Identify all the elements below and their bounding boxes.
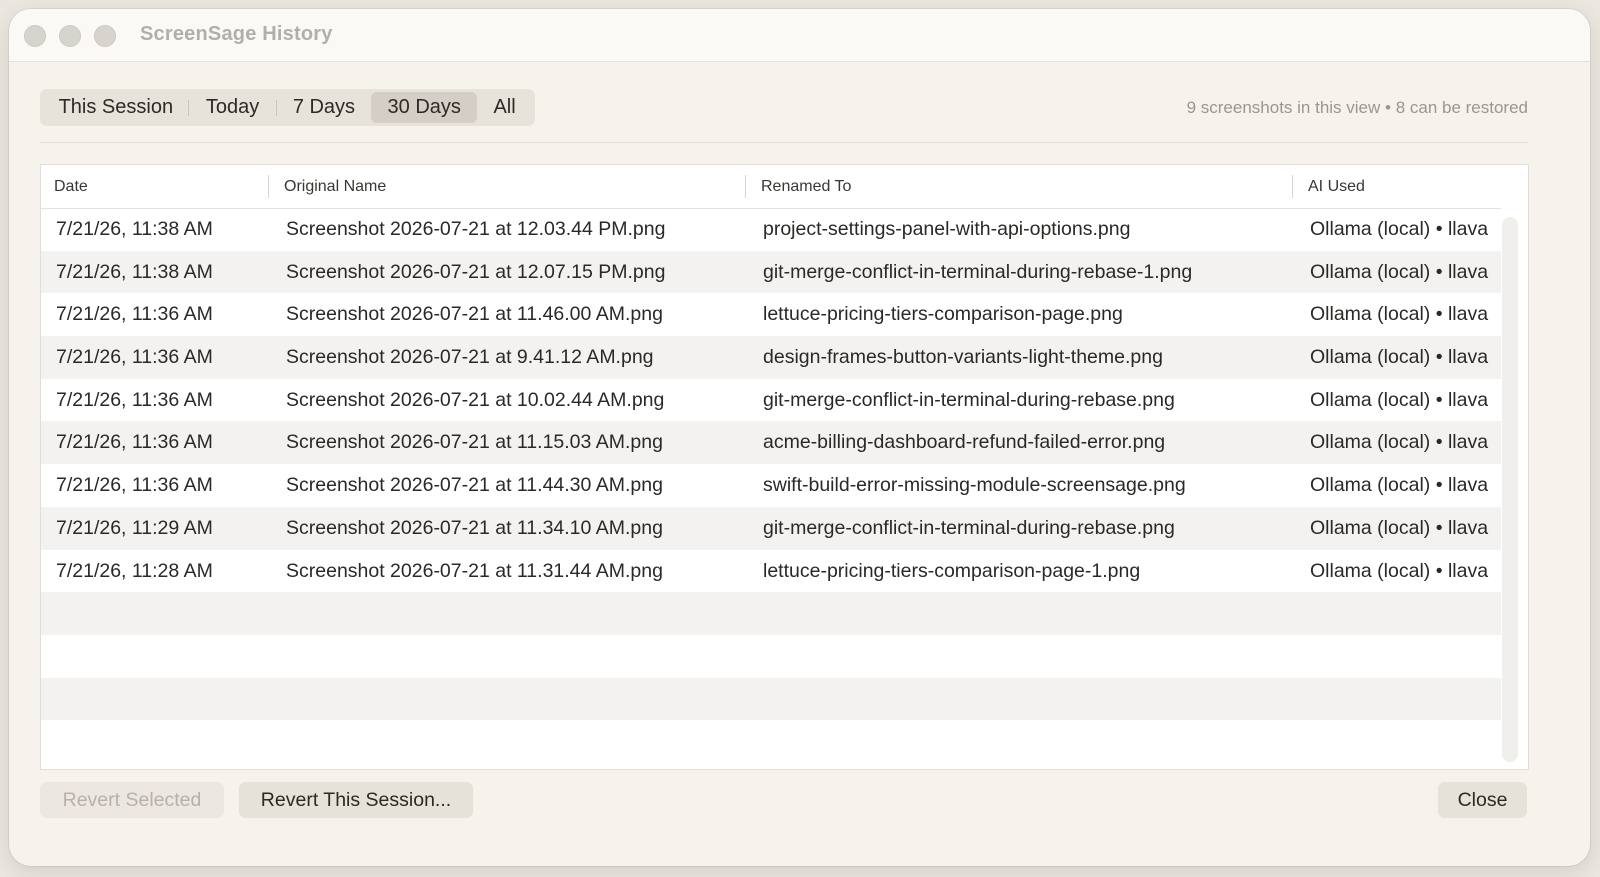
close-button[interactable]: Close — [1438, 782, 1527, 818]
column-header-date[interactable]: Date — [54, 178, 88, 196]
date-cell: 7/21/26, 11:36 AM — [56, 346, 213, 369]
empty-row — [41, 635, 1501, 678]
ai-used-cell: Ollama (local) • llava — [1310, 218, 1489, 240]
title-bar: ScreenSage History — [9, 9, 1590, 62]
column-header-ai-used[interactable]: AI Used — [1308, 178, 1365, 196]
table-rows: 7/21/26, 11:38 AM Screenshot 2026-07-21 … — [41, 208, 1501, 763]
filter-this-session[interactable]: This Session — [43, 92, 189, 123]
table-row[interactable]: 7/21/26, 11:28 AM Screenshot 2026-07-21 … — [41, 550, 1501, 593]
window-title: ScreenSage History — [140, 23, 333, 45]
table-row[interactable]: 7/21/26, 11:36 AM Screenshot 2026-07-21 … — [41, 336, 1501, 379]
renamed-to-cell: project-settings-panel-with-api-options.… — [763, 218, 1131, 240]
ai-used-cell: Ollama (local) • llava — [1310, 260, 1489, 283]
renamed-to-cell: git-merge-conflict-in-terminal-during-re… — [763, 388, 1175, 411]
revert-session-button[interactable]: Revert This Session... — [239, 782, 473, 818]
table-row[interactable]: 7/21/26, 11:29 AM Screenshot 2026-07-21 … — [41, 506, 1501, 550]
date-cell: 7/21/26, 11:29 AM — [56, 516, 213, 539]
original-name-cell: Screenshot 2026-07-21 at 11.34.10 AM.png — [286, 516, 663, 539]
column-divider[interactable] — [1292, 175, 1293, 198]
ai-used-cell: Ollama (local) • llava — [1310, 431, 1489, 454]
date-cell: 7/21/26, 11:36 AM — [56, 431, 213, 454]
filter-7-days[interactable]: 7 Days — [277, 92, 372, 123]
minimize-window-icon[interactable] — [59, 25, 81, 47]
summary-text: 9 screenshots in this view • 8 can be re… — [1186, 98, 1528, 117]
ai-used-cell: Ollama (local) • llava — [1310, 388, 1489, 411]
original-name-cell: Screenshot 2026-07-21 at 11.15.03 AM.png — [286, 431, 663, 454]
filter-all[interactable]: All — [477, 92, 532, 123]
revert-selected-button[interactable]: Revert Selected — [40, 782, 224, 818]
date-cell: 7/21/26, 11:38 AM — [56, 260, 213, 283]
renamed-to-cell: git-merge-conflict-in-terminal-during-re… — [763, 516, 1175, 539]
table-row[interactable]: 7/21/26, 11:36 AM Screenshot 2026-07-21 … — [41, 379, 1501, 422]
original-name-cell: Screenshot 2026-07-21 at 12.07.15 PM.png — [286, 260, 666, 283]
table-row[interactable]: 7/21/26, 11:38 AM Screenshot 2026-07-21 … — [41, 208, 1501, 251]
original-name-cell: Screenshot 2026-07-21 at 11.44.30 AM.png — [286, 474, 663, 497]
date-cell: 7/21/26, 11:36 AM — [56, 388, 213, 411]
table-row[interactable]: 7/21/26, 11:36 AM Screenshot 2026-07-21 … — [41, 464, 1501, 507]
empty-row — [41, 677, 1501, 721]
history-table: Date Original Name Renamed To AI Used 7/… — [40, 164, 1529, 770]
ai-used-cell: Ollama (local) • llava — [1310, 303, 1489, 326]
table-row[interactable]: 7/21/26, 11:36 AM Screenshot 2026-07-21 … — [41, 421, 1501, 465]
ai-used-cell: Ollama (local) • llava — [1310, 516, 1489, 539]
original-name-cell: Screenshot 2026-07-21 at 12.03.44 PM.png — [286, 218, 666, 240]
renamed-to-cell: lettuce-pricing-tiers-comparison-page.pn… — [763, 303, 1123, 326]
empty-row — [41, 592, 1501, 635]
zoom-window-icon[interactable] — [94, 25, 116, 47]
history-window: ScreenSage History This Session Today 7 … — [9, 9, 1590, 866]
date-cell: 7/21/26, 11:38 AM — [56, 218, 213, 240]
date-cell: 7/21/26, 11:36 AM — [56, 474, 213, 497]
ai-used-cell: Ollama (local) • llava — [1310, 346, 1489, 369]
original-name-cell: Screenshot 2026-07-21 at 9.41.12 AM.png — [286, 346, 654, 369]
ai-used-cell: Ollama (local) • llava — [1310, 474, 1489, 497]
close-window-icon[interactable] — [24, 25, 46, 47]
renamed-to-cell: lettuce-pricing-tiers-comparison-page-1.… — [763, 559, 1141, 582]
renamed-to-cell: swift-build-error-missing-module-screens… — [763, 474, 1186, 497]
filter-today[interactable]: Today — [189, 92, 277, 123]
original-name-cell: Screenshot 2026-07-21 at 11.46.00 AM.png — [286, 303, 663, 326]
column-header-original-name[interactable]: Original Name — [284, 178, 386, 196]
divider — [40, 142, 1528, 143]
renamed-to-cell: acme-billing-dashboard-refund-failed-err… — [763, 431, 1166, 454]
original-name-cell: Screenshot 2026-07-21 at 10.02.44 AM.png — [286, 388, 665, 411]
filter-30-days[interactable]: 30 Days — [371, 92, 478, 123]
renamed-to-cell: git-merge-conflict-in-terminal-during-re… — [763, 260, 1193, 283]
table-row[interactable]: 7/21/26, 11:36 AM Screenshot 2026-07-21 … — [41, 293, 1501, 336]
table-row[interactable]: 7/21/26, 11:38 AM Screenshot 2026-07-21 … — [41, 250, 1501, 294]
vertical-scrollbar[interactable] — [1502, 217, 1518, 762]
empty-row — [41, 720, 1501, 763]
column-divider[interactable] — [745, 175, 746, 198]
date-cell: 7/21/26, 11:28 AM — [56, 559, 213, 582]
time-filter-segmented-control: This Session Today 7 Days 30 Days All — [40, 89, 535, 126]
original-name-cell: Screenshot 2026-07-21 at 11.31.44 AM.png — [286, 559, 663, 582]
date-cell: 7/21/26, 11:36 AM — [56, 303, 213, 326]
column-divider[interactable] — [268, 175, 269, 198]
ai-used-cell: Ollama (local) • llava — [1310, 559, 1489, 582]
renamed-to-cell: design-frames-button-variants-light-them… — [763, 346, 1163, 369]
table-header: Date Original Name Renamed To AI Used — [41, 165, 1501, 209]
column-header-renamed-to[interactable]: Renamed To — [761, 178, 851, 196]
